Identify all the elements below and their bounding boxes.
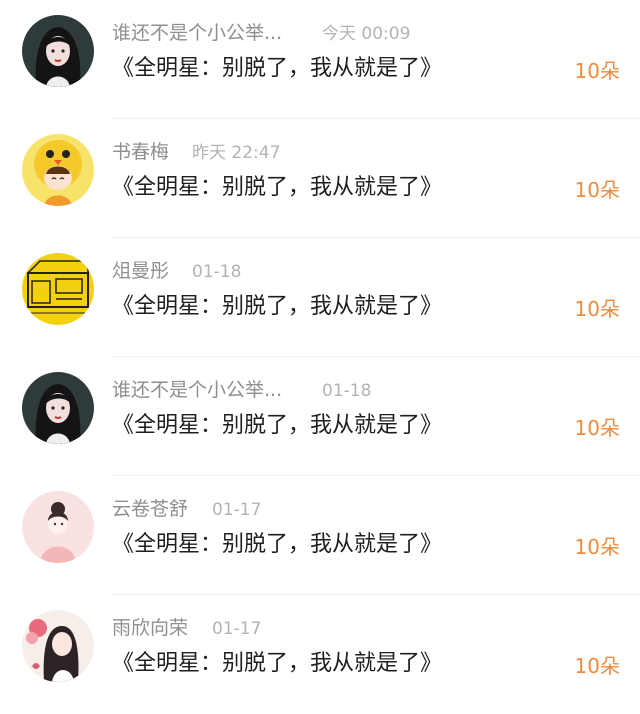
- gift-count: 10朵: [574, 654, 620, 678]
- book-title: 《全明星：别脱了，我从就是了》: [112, 175, 443, 200]
- book-title: 《全明星：别脱了，我从就是了》: [112, 294, 443, 319]
- record-time: 01-18: [322, 381, 372, 401]
- book-title: 《全明星：别脱了，我从就是了》: [112, 651, 443, 676]
- pink-girl-avatar[interactable]: [22, 491, 94, 563]
- list-item[interactable]: 雨欣向荣 01-17 《全明星：别脱了，我从就是了》 10朵: [0, 595, 640, 714]
- user-name[interactable]: 俎曼彤: [112, 260, 169, 282]
- gift-record-list: 谁还不是个小公举... 今天 00:09 《全明星：别脱了，我从就是了》 10朵…: [0, 0, 640, 713]
- dark-haired-girl-avatar[interactable]: [22, 372, 94, 444]
- record-time: 01-18: [192, 262, 242, 282]
- dark-haired-girl-avatar[interactable]: [22, 15, 94, 87]
- floral-girl-avatar[interactable]: [22, 610, 94, 682]
- record-time: 今天 00:09: [322, 24, 411, 44]
- user-name[interactable]: 谁还不是个小公举...: [112, 379, 282, 401]
- chick-hat-boy-avatar[interactable]: [22, 134, 94, 206]
- book-title: 《全明星：别脱了，我从就是了》: [112, 532, 443, 557]
- gift-count: 10朵: [574, 416, 620, 440]
- book-title: 《全明星：别脱了，我从就是了》: [112, 413, 443, 438]
- user-name[interactable]: 雨欣向荣: [112, 617, 188, 639]
- record-time: 昨天 22:47: [192, 143, 281, 163]
- list-item[interactable]: 书春梅 昨天 22:47 《全明星：别脱了，我从就是了》 10朵: [0, 119, 640, 238]
- list-item[interactable]: 俎曼彤 01-18 《全明星：别脱了，我从就是了》 10朵: [0, 238, 640, 357]
- gift-count: 10朵: [574, 297, 620, 321]
- record-time: 01-17: [212, 619, 262, 639]
- record-time: 01-17: [212, 500, 262, 520]
- book-title: 《全明星：别脱了，我从就是了》: [112, 56, 443, 81]
- gift-count: 10朵: [574, 535, 620, 559]
- list-item[interactable]: 谁还不是个小公举... 01-18 《全明星：别脱了，我从就是了》 10朵: [0, 357, 640, 476]
- user-name[interactable]: 云卷苍舒: [112, 498, 188, 520]
- gift-count: 10朵: [574, 59, 620, 83]
- user-name[interactable]: 谁还不是个小公举...: [112, 22, 282, 44]
- list-item[interactable]: 谁还不是个小公举... 今天 00:09 《全明星：别脱了，我从就是了》 10朵: [0, 0, 640, 119]
- gift-count: 10朵: [574, 178, 620, 202]
- user-name[interactable]: 书春梅: [112, 141, 169, 163]
- list-item[interactable]: 云卷苍舒 01-17 《全明星：别脱了，我从就是了》 10朵: [0, 476, 640, 595]
- yellow-sketch-avatar[interactable]: [22, 253, 94, 325]
